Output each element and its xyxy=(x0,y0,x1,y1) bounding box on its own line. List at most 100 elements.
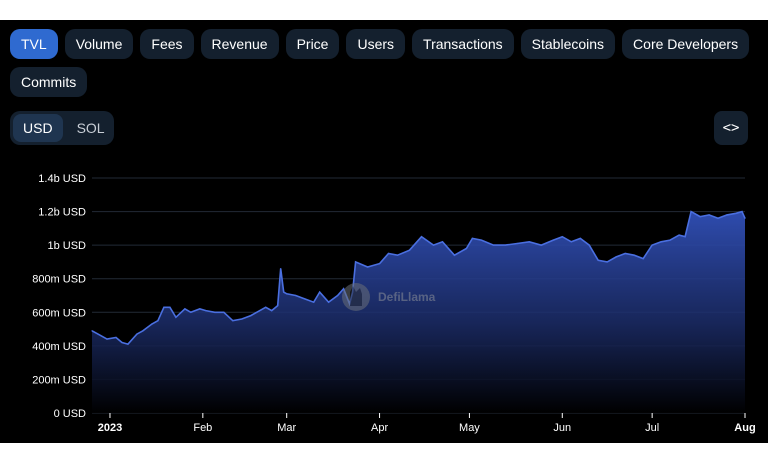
data-point xyxy=(504,244,506,246)
data-point xyxy=(337,294,339,297)
data-point xyxy=(606,261,608,263)
y-axis-labels: 0 USD 200m USD 400m USD 600m USD 800m USD 1b … xyxy=(32,173,86,420)
data-point xyxy=(304,298,306,300)
data-point xyxy=(271,310,273,312)
data-point xyxy=(232,320,234,322)
x-tick-label: Aug xyxy=(734,422,755,434)
data-point xyxy=(642,258,644,260)
data-point xyxy=(313,301,315,303)
data-point xyxy=(121,341,123,344)
x-tick-label: 2023 xyxy=(98,422,122,434)
chart-panel: TVL Volume Fees Revenue Price Users Transactio… xyxy=(0,20,768,443)
data-point xyxy=(516,242,518,245)
data-point xyxy=(561,236,563,238)
data-point xyxy=(283,291,285,293)
area-series xyxy=(91,210,746,413)
data-point xyxy=(432,244,435,246)
data-point xyxy=(465,247,467,250)
y-tick-label: 1b USD xyxy=(47,240,86,252)
y-tick-label: 800m USD xyxy=(32,274,86,286)
data-point xyxy=(169,306,171,308)
data-point xyxy=(127,343,129,345)
data-point xyxy=(157,320,159,322)
data-point xyxy=(214,311,216,313)
y-tick-label: 200m USD xyxy=(32,374,86,386)
watermark-text: DefiLlama xyxy=(378,290,436,304)
data-point xyxy=(735,212,737,214)
y-tick-label: 0 USD xyxy=(54,408,86,420)
data-point xyxy=(199,308,201,310)
data-point xyxy=(367,266,369,268)
data-point xyxy=(223,311,225,313)
data-point xyxy=(492,244,494,246)
tvl-area-chart: DefiLlama 0 USD 200m USD 400m USD 600m USD 8… xyxy=(32,173,756,434)
data-point xyxy=(480,239,482,241)
data-point xyxy=(277,305,279,307)
data-point xyxy=(396,254,399,256)
data-point xyxy=(163,306,165,308)
data-point xyxy=(91,330,93,332)
data-point xyxy=(319,291,321,293)
data-point xyxy=(699,216,701,218)
data-point xyxy=(570,241,572,243)
data-point xyxy=(684,236,686,238)
data-point xyxy=(175,316,177,318)
y-tick-label: 600m USD xyxy=(32,307,86,319)
x-tick-label: Mar xyxy=(277,422,296,434)
data-point xyxy=(142,330,144,332)
data-point xyxy=(328,301,330,303)
data-point xyxy=(717,217,719,219)
data-point xyxy=(660,241,662,243)
data-point xyxy=(408,249,411,251)
data-point xyxy=(552,239,554,241)
data-point xyxy=(633,254,635,256)
data-point xyxy=(97,333,99,335)
data-point xyxy=(624,252,626,255)
x-tick-label: Jul xyxy=(645,422,659,434)
data-point xyxy=(420,236,423,238)
data-point xyxy=(579,237,581,239)
data-point xyxy=(265,306,267,308)
data-point xyxy=(528,241,530,243)
data-point xyxy=(106,338,108,340)
data-point xyxy=(295,294,297,297)
data-point xyxy=(708,214,710,216)
x-tick-label: May xyxy=(459,422,480,434)
data-point xyxy=(286,293,288,295)
x-tick-label: Jun xyxy=(553,422,571,434)
x-tick-label: Feb xyxy=(193,422,212,434)
data-point xyxy=(678,234,680,236)
data-point xyxy=(726,214,728,216)
data-point xyxy=(136,333,138,335)
data-point xyxy=(280,268,282,270)
y-tick-label: 1.4b USD xyxy=(38,173,86,185)
x-axis-labels: 2023 Feb Mar Apr May Jun Jul Aug xyxy=(98,413,756,434)
data-point xyxy=(597,259,599,261)
data-point xyxy=(205,310,207,312)
data-point xyxy=(250,315,252,317)
data-point xyxy=(387,252,390,255)
data-point xyxy=(241,318,243,320)
data-point xyxy=(744,217,746,219)
data-point xyxy=(115,336,117,339)
data-point xyxy=(741,211,743,213)
data-point xyxy=(343,288,345,290)
data-point xyxy=(256,311,258,313)
data-point xyxy=(669,239,671,241)
data-point xyxy=(453,254,455,256)
y-tick-label: 400m USD xyxy=(32,341,86,353)
data-point xyxy=(471,237,473,239)
data-point xyxy=(690,211,692,213)
data-point xyxy=(588,244,590,246)
data-point xyxy=(190,311,192,313)
data-point xyxy=(379,263,381,265)
data-point xyxy=(651,244,653,246)
data-point xyxy=(441,241,444,243)
data-point xyxy=(615,256,617,258)
data-point xyxy=(184,308,186,310)
x-tick-label: Apr xyxy=(371,422,388,434)
llama-logo-icon xyxy=(342,283,370,311)
y-tick-label: 1.2b USD xyxy=(38,207,86,219)
data-point xyxy=(540,244,542,246)
data-point xyxy=(355,261,357,263)
